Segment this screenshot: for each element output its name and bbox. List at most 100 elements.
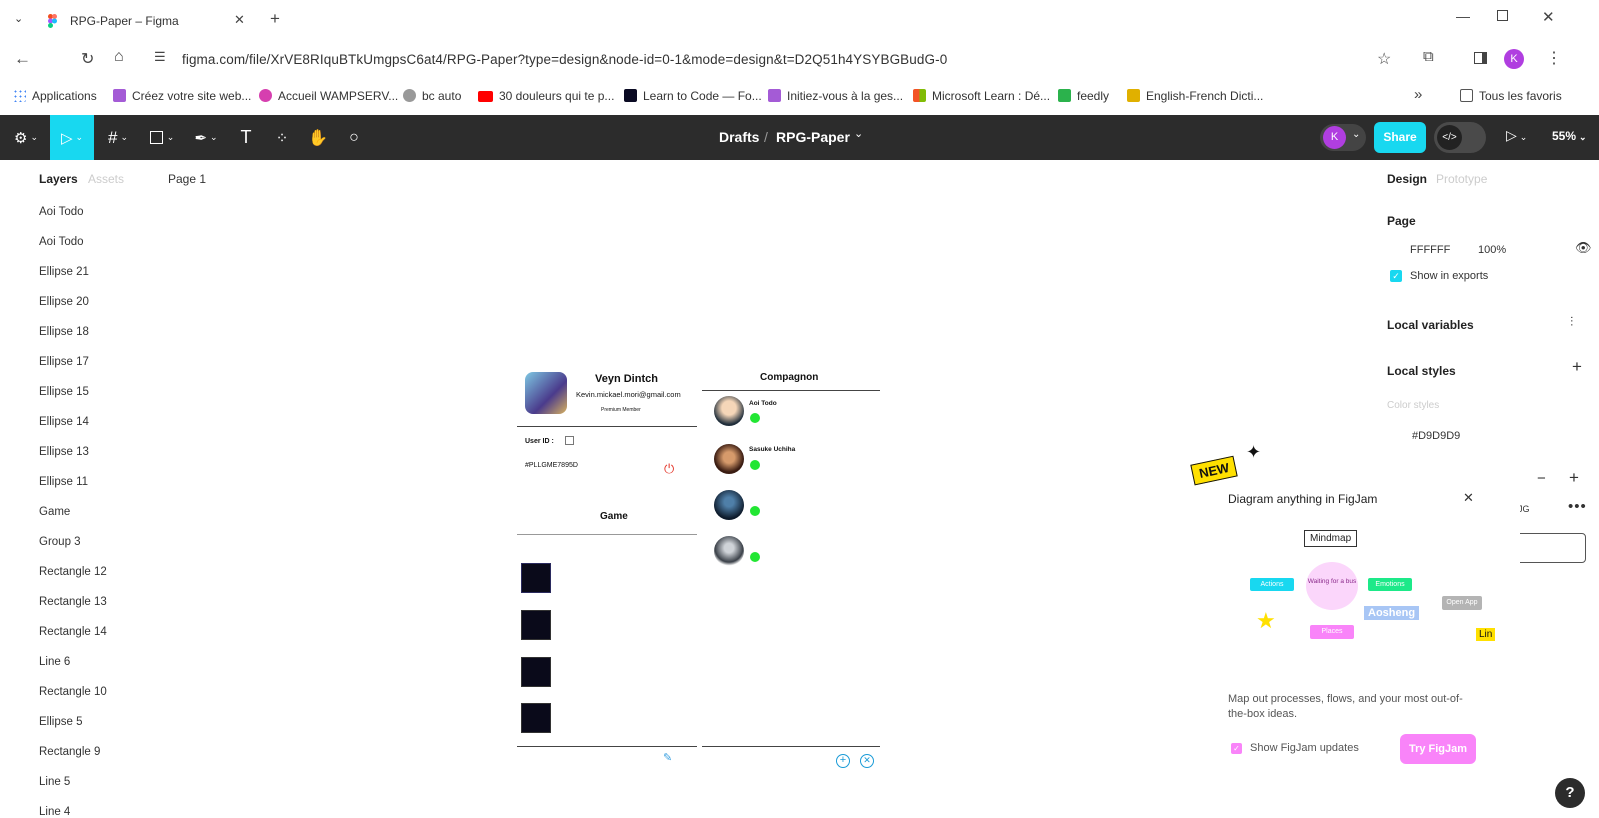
add-companion-icon[interactable]: + bbox=[836, 754, 850, 768]
maximize-icon[interactable] bbox=[1497, 10, 1508, 21]
all-bookmarks[interactable]: Tous les favoris bbox=[1460, 89, 1562, 103]
layer-item[interactable]: Rectangle 10 bbox=[39, 686, 107, 698]
extensions-icon[interactable]: ⧉ bbox=[1423, 48, 1434, 65]
bookmark-item[interactable]: Créez votre site web... bbox=[113, 89, 251, 103]
resources-icon[interactable]: ⁘ bbox=[270, 115, 294, 160]
tab-prototype[interactable]: Prototype bbox=[1436, 172, 1487, 186]
browser-tab[interactable]: RPG-Paper – Figma ✕ bbox=[38, 6, 258, 36]
bookmark-star-icon[interactable]: ☆ bbox=[1377, 49, 1391, 69]
color-style-item[interactable]: #D9D9D9 bbox=[1412, 430, 1460, 442]
page-opacity-value[interactable]: 100% bbox=[1478, 244, 1506, 256]
show-in-exports-checkbox[interactable]: ✓ bbox=[1390, 270, 1402, 282]
breadcrumb-drafts[interactable]: Drafts bbox=[719, 129, 759, 145]
layer-item[interactable]: Ellipse 17 bbox=[39, 356, 89, 368]
layer-item[interactable]: Line 4 bbox=[39, 806, 70, 818]
file-menu-chevron-icon[interactable]: ⌄ bbox=[854, 127, 863, 140]
minus-icon[interactable]: − bbox=[1537, 470, 1546, 487]
close-tab-icon[interactable]: ✕ bbox=[234, 12, 245, 28]
frame-tool-icon[interactable]: # ⌄ bbox=[100, 115, 136, 160]
layer-item[interactable]: Rectangle 13 bbox=[39, 596, 107, 608]
layer-item[interactable]: Group 3 bbox=[39, 536, 81, 548]
profile-frame[interactable]: Veyn Dintch Kevin.mickael.mori@gmail.com… bbox=[517, 366, 697, 766]
close-window-icon[interactable]: ✕ bbox=[1542, 8, 1555, 26]
dev-mode-toggle[interactable]: </> bbox=[1434, 122, 1486, 153]
bookmark-item[interactable]: English-French Dicti... bbox=[1127, 89, 1263, 103]
layer-item[interactable]: Ellipse 20 bbox=[39, 296, 89, 308]
zoom-level[interactable]: 55% ⌄ bbox=[1552, 129, 1587, 143]
site-settings-icon[interactable]: ☰ bbox=[154, 49, 166, 65]
minimize-icon[interactable]: — bbox=[1456, 8, 1470, 24]
layer-item[interactable]: Ellipse 5 bbox=[39, 716, 82, 728]
layer-item[interactable]: Rectangle 14 bbox=[39, 626, 107, 638]
bookmark-item[interactable]: feedly bbox=[1058, 89, 1109, 103]
comment-tool-icon[interactable]: ○ bbox=[342, 115, 366, 160]
page-selector[interactable]: Page 1 bbox=[168, 172, 206, 186]
layer-item[interactable]: Game bbox=[39, 506, 70, 518]
text-tool-icon[interactable]: T bbox=[234, 115, 258, 160]
page-color-value[interactable]: FFFFFF bbox=[1410, 244, 1450, 256]
layer-item[interactable]: Ellipse 14 bbox=[39, 416, 89, 428]
tab-layers[interactable]: Layers bbox=[39, 172, 78, 186]
power-icon[interactable]: ⏻ bbox=[664, 461, 674, 477]
bookmark-item[interactable]: Microsoft Learn : Dé... bbox=[913, 89, 1050, 103]
variables-sliders-icon[interactable]: ⫶ bbox=[1570, 314, 1573, 330]
layer-item[interactable]: Aoi Todo bbox=[39, 206, 84, 218]
pen-tool-icon[interactable]: ✒ ⌄ bbox=[188, 115, 224, 160]
game-thumbnail[interactable] bbox=[521, 657, 551, 687]
profile-avatar[interactable]: K bbox=[1504, 49, 1524, 69]
reload-icon[interactable]: ↻ bbox=[81, 49, 94, 69]
remove-companion-icon[interactable]: ✕ bbox=[860, 754, 874, 768]
side-panel-icon[interactable] bbox=[1474, 52, 1487, 64]
browser-menu-icon[interactable]: ⋮ bbox=[1546, 48, 1562, 68]
url-field[interactable]: figma.com/file/XrVE8RIquBTkUmgpsC6at4/RP… bbox=[182, 52, 947, 67]
layer-item[interactable]: Ellipse 15 bbox=[39, 386, 89, 398]
tab-assets[interactable]: Assets bbox=[88, 172, 124, 186]
edit-pencil-icon[interactable]: ✎ bbox=[663, 751, 672, 764]
show-in-exports-label: Show in exports bbox=[1410, 270, 1489, 282]
layer-item[interactable]: Ellipse 13 bbox=[39, 446, 89, 458]
game-thumbnail[interactable] bbox=[521, 703, 551, 733]
add-style-icon[interactable]: + bbox=[1572, 357, 1582, 377]
design-canvas[interactable]: Veyn Dintch Kevin.mickael.mori@gmail.com… bbox=[260, 160, 1370, 817]
more-bookmarks-icon[interactable]: » bbox=[1414, 86, 1422, 103]
bookmark-item[interactable]: 30 douleurs qui te p... bbox=[478, 89, 614, 103]
visibility-eye-icon[interactable]: 👁 bbox=[1575, 240, 1592, 256]
tab-design[interactable]: Design bbox=[1387, 172, 1427, 186]
back-icon[interactable]: ← bbox=[14, 49, 31, 69]
help-button[interactable]: ? bbox=[1555, 778, 1585, 808]
layer-item[interactable]: Ellipse 21 bbox=[39, 266, 89, 278]
game-thumbnail[interactable] bbox=[521, 563, 551, 593]
share-button[interactable]: Share bbox=[1374, 122, 1426, 153]
shape-tool-icon[interactable]: ⌄ bbox=[144, 115, 180, 160]
bookmark-item[interactable]: Applications bbox=[13, 89, 97, 103]
file-name[interactable]: RPG-Paper bbox=[776, 129, 850, 145]
layer-item[interactable]: Ellipse 11 bbox=[39, 476, 88, 488]
layer-item[interactable]: Rectangle 12 bbox=[39, 566, 107, 578]
more-options-icon[interactable]: ••• bbox=[1568, 498, 1587, 515]
layer-item[interactable]: Line 5 bbox=[39, 776, 70, 788]
new-tab-icon[interactable]: + bbox=[270, 9, 280, 29]
plus-icon[interactable]: + bbox=[1569, 468, 1579, 488]
show-figjam-updates-checkbox[interactable]: ✓ bbox=[1231, 743, 1242, 754]
present-icon[interactable]: ▷ ⌄ bbox=[1506, 127, 1527, 144]
home-icon[interactable]: ⌂ bbox=[114, 48, 124, 66]
layer-item[interactable]: Aoi Todo bbox=[39, 236, 84, 248]
companion-frame[interactable]: Compagnon Aoi Todo Sasuke Uchiha + ✕ bbox=[702, 366, 880, 768]
close-popup-icon[interactable]: ✕ bbox=[1463, 490, 1474, 506]
layer-item[interactable]: Rectangle 9 bbox=[39, 746, 100, 758]
local-variables-title[interactable]: Local variables bbox=[1387, 318, 1474, 332]
bookmark-item[interactable]: Initiez-vous à la ges... bbox=[768, 89, 903, 103]
layer-item[interactable]: Line 6 bbox=[39, 656, 70, 668]
hand-tool-icon[interactable]: ✋ bbox=[306, 115, 330, 160]
bookmark-item[interactable]: bc auto bbox=[403, 89, 461, 103]
bookmark-item[interactable]: Accueil WAMPSERV... bbox=[259, 89, 398, 103]
copy-icon[interactable] bbox=[565, 436, 574, 445]
game-thumbnail[interactable] bbox=[521, 610, 551, 640]
move-tool-icon[interactable]: ▷ ⌄ bbox=[50, 115, 94, 160]
main-menu-icon[interactable]: ⚙ ⌄ bbox=[10, 115, 42, 160]
layer-item[interactable]: Ellipse 18 bbox=[39, 326, 89, 338]
multiplayer-avatar[interactable]: K ⌄ bbox=[1320, 124, 1366, 151]
bookmark-item[interactable]: Learn to Code — Fo... bbox=[624, 89, 762, 103]
try-figjam-button[interactable]: Try FigJam bbox=[1400, 734, 1476, 764]
tab-list-chevron-icon[interactable]: ⌄ bbox=[14, 12, 23, 25]
